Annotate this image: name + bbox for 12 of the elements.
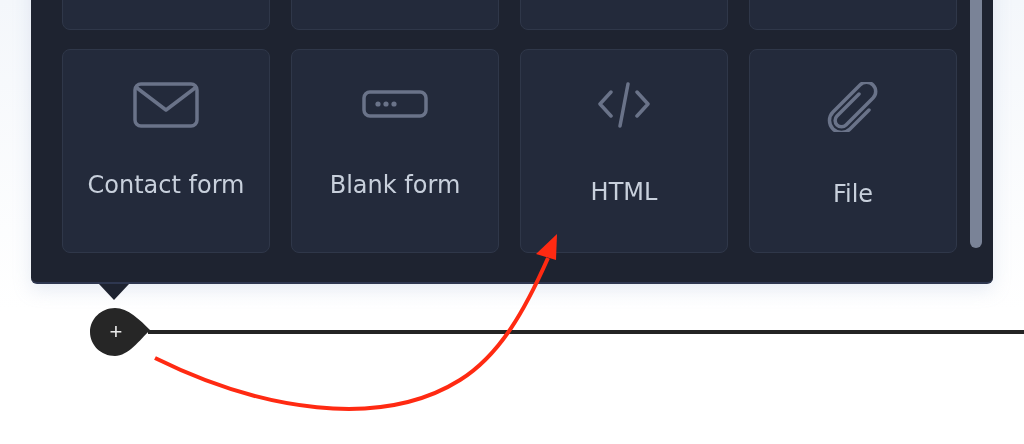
tile-label: File [831,179,875,210]
text-field-icon [362,90,428,118]
block-tile[interactable]: Contact form [62,49,270,253]
tile-label: Contact form [86,170,246,201]
block-tile[interactable]: HTML [520,49,728,253]
add-block-button[interactable]: + [90,308,152,356]
block-tile[interactable]: File [749,49,957,253]
code-icon [597,82,651,130]
tile-label: HTML [589,177,659,208]
envelope-icon [133,82,199,128]
block-tile[interactable]: Blank form [291,49,499,253]
tile-label: Blank form [328,170,462,201]
